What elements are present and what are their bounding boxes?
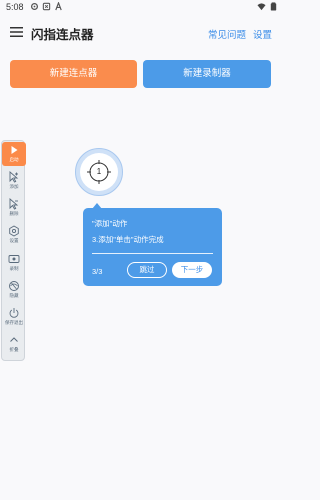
power-icon bbox=[9, 308, 19, 318]
faq-link[interactable]: 常见问题 bbox=[208, 27, 246, 41]
status-bar: 5:08 bbox=[0, 0, 281, 14]
collapse-icon bbox=[10, 337, 18, 342]
toolbar-item-label: 隐藏 bbox=[9, 293, 19, 298]
toolbar-item-label: 启动 bbox=[9, 157, 19, 162]
menu-icon[interactable] bbox=[10, 26, 23, 38]
settings-icon bbox=[30, 2, 39, 11]
toolbar-item-label: 折叠 bbox=[9, 347, 19, 352]
floating-toolbar: 启动 添加 删除 设置 录制 隐藏 保存退出 折叠 bbox=[1, 140, 26, 361]
battery-icon bbox=[270, 2, 277, 11]
toolbar-hide-button[interactable]: 隐藏 bbox=[2, 278, 26, 302]
toolbar-item-label: 添加 bbox=[9, 184, 19, 189]
pointer-remove-icon bbox=[9, 198, 19, 210]
record-icon bbox=[8, 255, 20, 263]
toolbar-item-label: 录制 bbox=[9, 266, 19, 271]
hide-icon bbox=[9, 281, 19, 291]
toolbar-settings-button[interactable]: 设置 bbox=[2, 223, 26, 247]
status-time: 5:08 bbox=[6, 2, 24, 12]
target-number: 1 bbox=[96, 167, 102, 176]
shield-icon bbox=[42, 2, 51, 11]
toolbar-collapse-button[interactable]: 折叠 bbox=[2, 332, 26, 356]
wifi-icon bbox=[257, 3, 266, 11]
toolbar-delete-button[interactable]: 删除 bbox=[2, 196, 26, 220]
tutorial-counter: 3/3 bbox=[92, 267, 103, 276]
app-title: 闪指连点器 bbox=[31, 28, 94, 42]
toolbar-item-label: 设置 bbox=[9, 238, 19, 243]
toolbar-add-button[interactable]: 添加 bbox=[2, 169, 26, 193]
toolbar-save-exit-button[interactable]: 保存退出 bbox=[2, 305, 26, 329]
toolbar-start-button[interactable]: 启动 bbox=[2, 142, 26, 166]
new-clicker-button[interactable]: 新建连点器 bbox=[10, 60, 137, 88]
click-target-marker[interactable]: 1 bbox=[75, 148, 123, 196]
new-recorder-button[interactable]: 新建录制器 bbox=[143, 60, 271, 88]
toolbar-item-label: 保存退出 bbox=[5, 320, 23, 325]
pointer-add-icon bbox=[9, 171, 19, 183]
settings-link[interactable]: 设置 bbox=[253, 27, 272, 41]
tutorial-divider bbox=[92, 253, 213, 254]
app-bar: 闪指连点器 常见问题 设置 bbox=[0, 18, 281, 48]
next-button[interactable]: 下一步 bbox=[172, 262, 212, 278]
a-icon bbox=[55, 2, 62, 11]
skip-button[interactable]: 跳过 bbox=[127, 262, 167, 278]
play-icon bbox=[11, 146, 18, 154]
tutorial-title: "添加"动作 bbox=[92, 219, 128, 228]
toolbar-item-label: 删除 bbox=[9, 211, 19, 216]
tutorial-step-text: 3.添加"单击"动作完成 bbox=[92, 235, 164, 244]
toolbar-record-button[interactable]: 录制 bbox=[2, 251, 26, 275]
gear-icon bbox=[9, 225, 19, 237]
